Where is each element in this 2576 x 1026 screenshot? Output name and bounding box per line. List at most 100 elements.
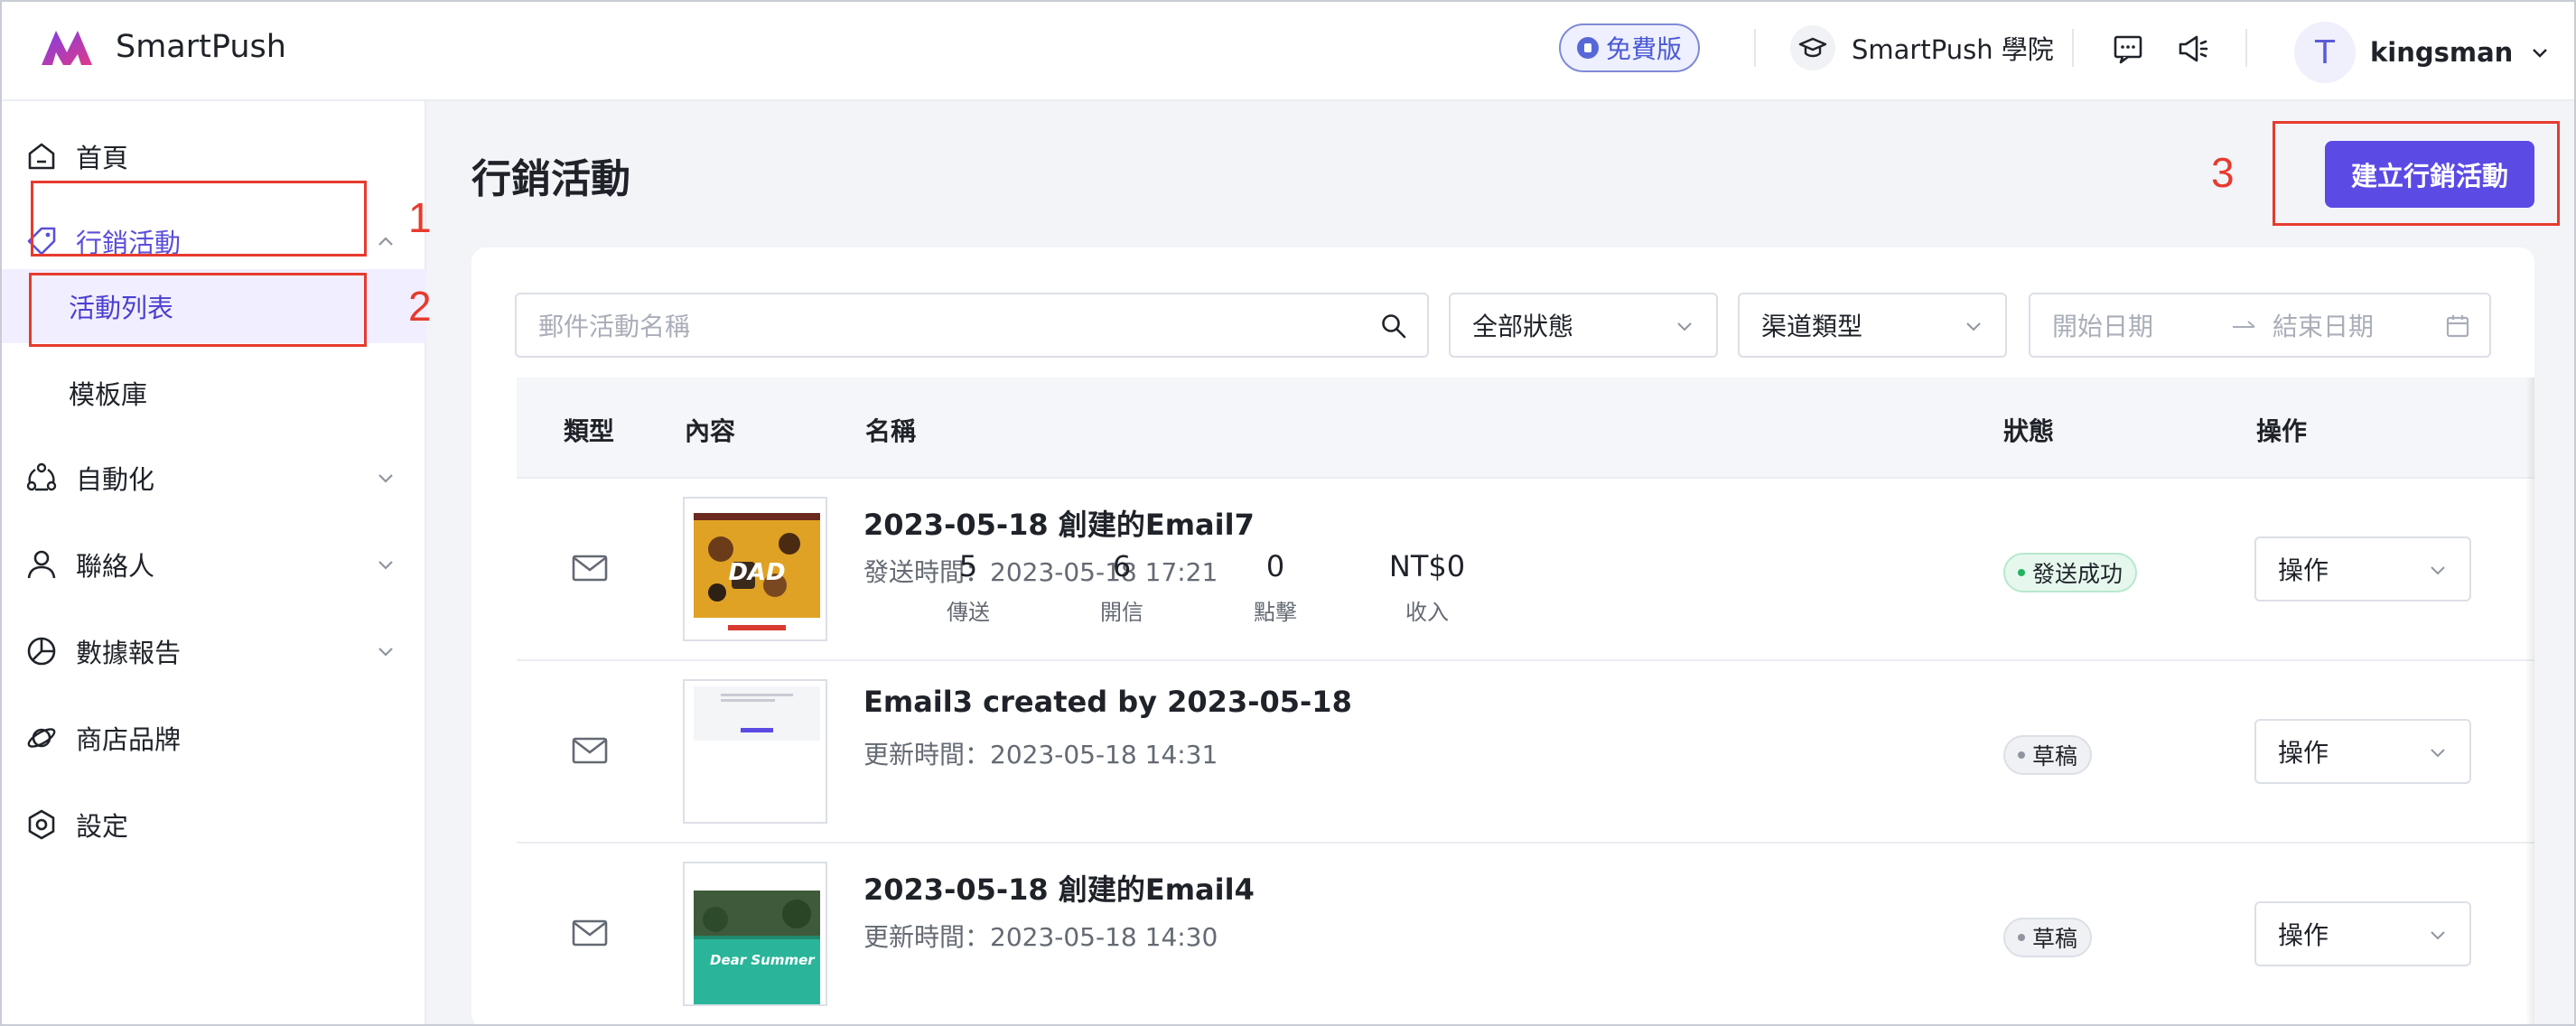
campaign-name[interactable]: Email3 created by 2023-05-18 — [863, 685, 1352, 719]
chevron-down-icon — [2431, 749, 2445, 758]
action-label: 操作 — [2278, 738, 2329, 768]
sidebar-item-label: 設定 — [76, 811, 129, 842]
sidebar-item-contacts[interactable]: 聯絡人 — [2, 524, 426, 605]
status-label: 草稿 — [2032, 743, 2078, 770]
chevron-down-icon — [2431, 566, 2445, 575]
plan-label: 免費版 — [1605, 34, 1682, 64]
metric-value: 0 — [1265, 549, 1285, 583]
email-icon — [572, 737, 608, 764]
status-filter-value: 全部狀態 — [1472, 312, 1574, 341]
status-filter-select[interactable]: 全部狀態 — [1449, 293, 1718, 358]
annotation-number-2: 2 — [408, 283, 432, 330]
logo[interactable]: SmartPush — [38, 25, 286, 69]
status-label: 草稿 — [2032, 926, 2078, 952]
smartpush-logo-icon — [42, 31, 92, 65]
sidebar-item-label: 首頁 — [76, 143, 129, 173]
status-dot — [2018, 934, 2025, 941]
channel-filter-select[interactable]: 渠道類型 — [1738, 293, 2007, 358]
date-range-picker[interactable]: 開始日期 結束日期 — [2029, 293, 2491, 358]
end-date-input[interactable]: 結束日期 — [2273, 307, 2374, 343]
search-input[interactable]: 郵件活動名稱 — [515, 293, 1429, 358]
email-thumbnail[interactable]: Dear Summer We Love You — [683, 862, 827, 1006]
column-header-name: 名稱 — [865, 416, 917, 446]
sidebar-item-store-brand[interactable]: 商店品牌 — [2, 697, 426, 779]
svg-text:Dear Summer We Love You: Dear Summer We Love You — [710, 952, 827, 968]
user-menu[interactable]: T kingsman — [2294, 22, 2551, 83]
action-select[interactable]: 操作 — [2254, 901, 2471, 966]
search-icon[interactable] — [1380, 312, 1407, 340]
plan-icon — [1576, 37, 1599, 59]
calendar-icon[interactable] — [2444, 312, 2471, 340]
academy-label: SmartPush 學院 — [1852, 34, 2054, 65]
svg-text:DAD: DAD — [728, 559, 785, 586]
metric-label: 開信 — [1100, 600, 1143, 625]
sidebar-item-automation[interactable]: 自動化 — [2, 437, 426, 518]
chevron-down-icon — [2431, 931, 2445, 940]
campaign-name[interactable]: 2023-05-18 創建的Email7 — [863, 502, 1255, 544]
start-date-input[interactable]: 開始日期 — [2052, 307, 2153, 343]
metric-value: NT$0 — [1388, 549, 1466, 583]
email-icon — [572, 919, 608, 947]
column-header-action: 操作 — [2256, 416, 2308, 446]
annotation-box-1 — [31, 181, 367, 256]
academy-link[interactable]: SmartPush 學院 — [1790, 25, 2054, 70]
email-preview-image: Dear Summer We Love You — [685, 863, 827, 1004]
chevron-down-icon — [2533, 49, 2548, 58]
email-icon — [572, 555, 608, 582]
table-header: 類型 內容 名稱 狀態 操作 — [517, 378, 2534, 479]
header-divider — [2072, 29, 2074, 67]
sidebar-item-settings[interactable]: 設定 — [2, 784, 426, 865]
status-label: 發送成功 — [2032, 561, 2123, 587]
header-divider — [1754, 29, 1756, 67]
campaign-name[interactable]: 2023-05-18 創建的Email4 — [863, 867, 1255, 909]
chevron-down-icon — [1966, 322, 1981, 331]
top-header: SmartPush 免費版 SmartPush 學院 T kingsman — [2, 2, 2574, 101]
table-scroll-shadow — [2525, 378, 2534, 1024]
action-select[interactable]: 操作 — [2254, 536, 2471, 602]
annotation-box-2 — [29, 273, 367, 347]
username: kingsman — [2370, 37, 2514, 68]
metric-revenue: NT$0 收入 — [1364, 549, 1490, 626]
automation-icon — [26, 462, 57, 491]
app-name: SmartPush — [116, 29, 286, 65]
chevron-down-icon — [378, 474, 393, 483]
annotation-number-3: 3 — [2211, 149, 2235, 196]
status-badge: 發送成功 — [2003, 553, 2138, 592]
metric-label: 點擊 — [1254, 600, 1297, 625]
pie-chart-icon — [27, 637, 56, 666]
metric-clicked: 0 點擊 — [1212, 549, 1339, 626]
action-select[interactable]: 操作 — [2254, 719, 2471, 784]
planet-icon — [27, 728, 56, 748]
sidebar-item-reports[interactable]: 數據報告 — [2, 611, 426, 692]
column-header-status: 狀態 — [2003, 416, 2055, 446]
create-campaign-button[interactable]: 建立行銷活動 — [2325, 141, 2534, 208]
chevron-down-icon — [1677, 322, 1692, 331]
sidebar-item-label: 自動化 — [76, 464, 155, 495]
action-label: 操作 — [2278, 920, 2329, 950]
search-placeholder: 郵件活動名稱 — [538, 312, 691, 341]
metric-value: 6 — [1112, 549, 1132, 583]
app-window: SmartPush 免費版 SmartPush 學院 T kingsman 首頁… — [0, 0, 2576, 1026]
status-dot — [2018, 569, 2025, 576]
column-header-content: 內容 — [685, 416, 736, 446]
status-dot — [2018, 751, 2025, 759]
campaign-time: 更新時間：2023-05-18 14:30 — [863, 922, 1218, 952]
graduation-cap-icon — [1790, 25, 1835, 70]
sidebar-item-label: 數據報告 — [76, 638, 182, 668]
email-thumbnail[interactable]: DAD — [683, 497, 827, 641]
email-thumbnail[interactable] — [683, 679, 827, 824]
home-icon — [28, 143, 55, 170]
table-row[interactable]: Dear Summer We Love You 2023-05-18 創建的Em… — [517, 844, 2534, 1024]
status-badge: 草稿 — [2003, 918, 2093, 957]
channel-filter-value: 渠道類型 — [1761, 312, 1863, 341]
table-row[interactable]: Email3 created by 2023-05-18 更新時間：2023-0… — [517, 661, 2534, 844]
email-preview-image: DAD — [685, 499, 826, 639]
plan-badge[interactable]: 免費版 — [1559, 23, 1700, 72]
message-icon[interactable] — [2110, 31, 2146, 67]
campaign-table: 類型 內容 名稱 狀態 操作 DAD 2023-05-18 創建的Email7 … — [517, 378, 2534, 1024]
announcement-icon[interactable] — [2175, 31, 2211, 67]
table-row[interactable]: DAD 2023-05-18 創建的Email7 發送時間：2023-05-18… — [517, 479, 2534, 661]
sidebar-item-label: 模板庫 — [69, 379, 148, 410]
metric-label: 收入 — [1405, 600, 1449, 625]
sidebar-subitem-template-library[interactable]: 模板庫 — [2, 356, 426, 430]
